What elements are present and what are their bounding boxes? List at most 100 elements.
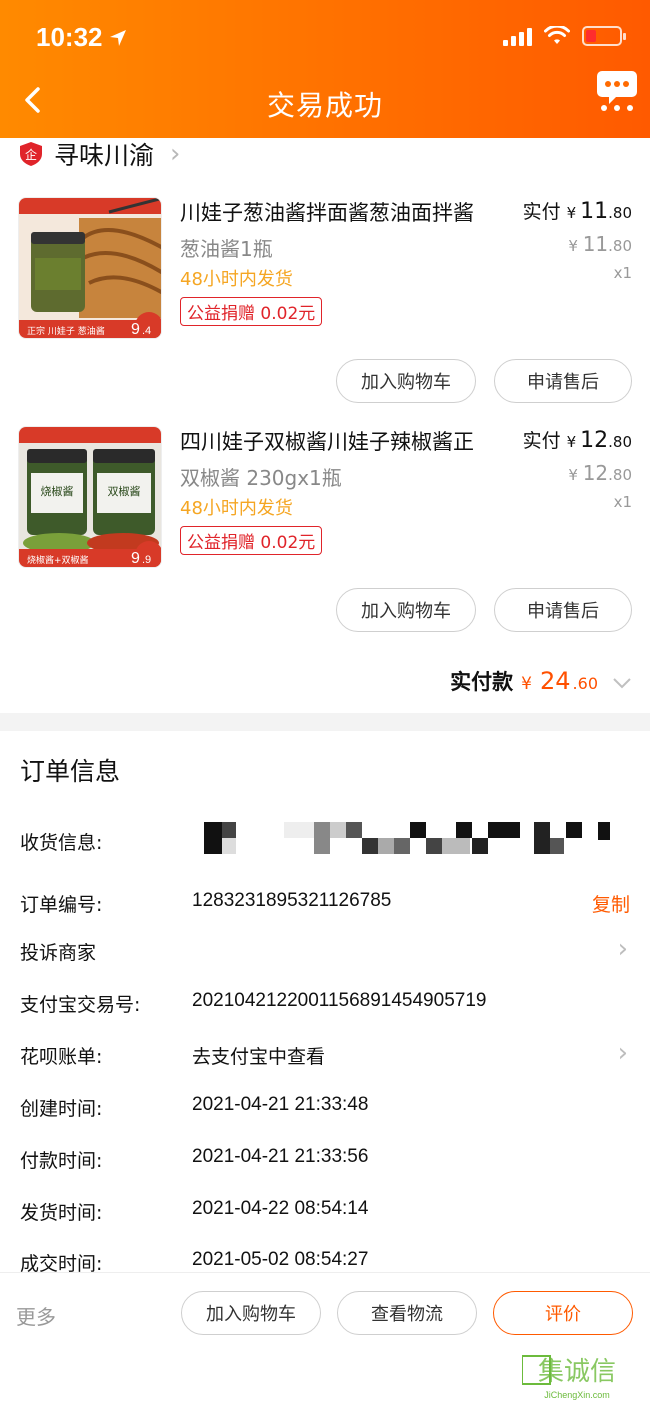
orig-amount: 11: [582, 232, 609, 256]
item-title[interactable]: 四川娃子双椒酱川娃子辣椒酱正: [180, 426, 500, 456]
item-quantity: x1: [613, 264, 632, 282]
thumb-price: 9: [131, 321, 140, 338]
item-actions: 加入购物车 申请售后: [336, 359, 632, 403]
info-row-complain[interactable]: 投诉商家 ›: [0, 934, 650, 978]
message-button[interactable]: [596, 68, 638, 112]
copy-button[interactable]: 复制: [592, 890, 630, 917]
site-watermark: 集诚信 JiChengXin.com: [522, 1355, 616, 1400]
info-row-order-number: 订单编号: 1283231895321126785 复制: [0, 890, 650, 930]
info-row-huabei-bill[interactable]: 花呗账单: 去支付宝中查看 ›: [0, 1038, 650, 1082]
product-thumbnail[interactable]: 烧椒酱 双椒酱 烧椒酱+双椒酱 9 .9: [18, 426, 162, 568]
order-item: 正宗 川娃子 葱油酱 9 .4 川娃子葱油酱拌面酱葱油面拌酱 葱油酱1瓶 48小…: [0, 197, 650, 427]
status-time-text: 10:32: [36, 22, 103, 52]
paid-amount: 12: [580, 428, 609, 453]
item-spec: 葱油酱1瓶: [180, 237, 273, 261]
paid-decimal: .80: [608, 204, 632, 222]
paid-price: 实付 ¥11.80: [523, 197, 632, 224]
chevron-right-icon: ›: [170, 139, 181, 169]
original-price: ¥ 11.80: [523, 232, 632, 256]
info-label: 发货时间:: [20, 1202, 103, 1224]
order-info-title: 订单信息: [20, 757, 121, 786]
thumb-price-decimal: .4: [142, 325, 151, 337]
item-shipping-note: 48小时内发货: [180, 498, 293, 519]
item-title[interactable]: 川娃子葱油酱拌面酱葱油面拌酱: [180, 197, 500, 227]
price-column: 实付 ¥12.80 ¥ 12.80 x1: [523, 426, 632, 511]
info-label: 付款时间:: [20, 1150, 103, 1172]
after-sale-button[interactable]: 申请售后: [494, 359, 632, 403]
original-price: ¥ 12.80: [523, 461, 632, 485]
order-number-value: 1283231895321126785: [192, 890, 392, 911]
orig-currency: ¥: [568, 237, 578, 255]
info-label: 投诉商家: [20, 942, 97, 964]
thumb-caption: 正宗 川娃子 葱油酱: [27, 325, 105, 337]
redacted-address: [204, 822, 614, 860]
page-title: 交易成功: [266, 89, 383, 122]
orig-decimal: .80: [608, 466, 632, 484]
paid-currency: ¥: [566, 433, 577, 451]
section-divider: [0, 713, 650, 731]
review-button[interactable]: 评价: [493, 1291, 633, 1335]
alipay-trade-no-value: 2021042122001156891454905719: [192, 990, 487, 1011]
info-label: 支付宝交易号:: [20, 994, 141, 1016]
total-currency: ¥: [521, 674, 532, 694]
chevron-down-icon: [612, 670, 632, 694]
info-row-shipping-address: 收货信息:: [0, 822, 650, 868]
enterprise-shop-icon: 企: [20, 142, 42, 166]
view-logistics-button[interactable]: 查看物流: [337, 1291, 477, 1335]
total-amount: 24: [540, 667, 571, 695]
chevron-right-icon: ›: [617, 1038, 628, 1068]
product-image: 正宗 川娃子 葱油酱 9 .4: [19, 198, 161, 338]
jar-label-right: 双椒酱: [108, 484, 141, 498]
jar-label-left: 烧椒酱: [41, 484, 74, 498]
info-label: 订单编号:: [20, 894, 103, 916]
more-button[interactable]: 更多: [16, 1301, 56, 1330]
shop-name: 寻味川渝: [54, 141, 155, 170]
status-indicators: [503, 26, 626, 46]
paid-currency: ¥: [566, 204, 577, 222]
price-column: 实付 ¥11.80 ¥ 11.80 x1: [523, 197, 632, 282]
chat-bubble-icon: [597, 71, 637, 111]
paid-time-value: 2021-04-21 21:33:56: [192, 1146, 369, 1167]
after-sale-button[interactable]: 申请售后: [494, 588, 632, 632]
shop-row[interactable]: 企 寻味川渝 ›: [18, 139, 181, 170]
battery-icon: [582, 26, 626, 46]
product-image: 烧椒酱 双椒酱 烧椒酱+双椒酱 9 .9: [19, 427, 161, 567]
total-decimal: .60: [572, 674, 598, 693]
info-label: 收货信息:: [20, 832, 103, 854]
paid-price: 实付 ¥12.80: [523, 426, 632, 453]
shipped-time-value: 2021-04-22 08:54:14: [192, 1198, 369, 1219]
thumb-caption: 烧椒酱+双椒酱: [27, 554, 89, 566]
thumb-price-decimal: .9: [142, 554, 151, 566]
thumb-price: 9: [131, 550, 140, 567]
info-row-paid-time: 付款时间: 2021-04-21 21:33:56: [0, 1146, 650, 1186]
item-quantity: x1: [613, 493, 632, 511]
info-label: 花呗账单:: [20, 1046, 103, 1068]
header-bar: 10:32 交易成功: [0, 0, 650, 138]
created-time-value: 2021-04-21 21:33:48: [192, 1094, 369, 1115]
item-shipping-note: 48小时内发货: [180, 269, 293, 290]
wifi-icon: [544, 26, 570, 44]
paid-amount: 11: [580, 199, 609, 224]
completed-time-value: 2021-05-02 08:54:27: [192, 1249, 369, 1270]
charity-badge: 公益捐赠 0.02元: [180, 297, 323, 326]
add-to-cart-button[interactable]: 加入购物车: [181, 1291, 321, 1335]
order-total[interactable]: 实付款 ¥ 24 .60: [450, 666, 632, 696]
watermark-text: 集诚信: [538, 1357, 616, 1387]
item-spec: 双椒酱 230gx1瓶: [180, 466, 342, 490]
product-thumbnail[interactable]: 正宗 川娃子 葱油酱 9 .4: [18, 197, 162, 339]
paid-label: 实付: [522, 201, 561, 223]
status-time: 10:32: [36, 22, 127, 53]
charity-badge: 公益捐赠 0.02元: [180, 526, 323, 555]
add-to-cart-button[interactable]: 加入购物车: [336, 588, 476, 632]
info-label: 创建时间:: [20, 1098, 103, 1120]
orig-decimal: .80: [608, 237, 632, 255]
huabei-bill-link[interactable]: 去支付宝中查看: [192, 1042, 325, 1069]
chevron-right-icon: ›: [617, 934, 628, 964]
total-label: 实付款: [450, 670, 514, 694]
order-item: 烧椒酱 双椒酱 烧椒酱+双椒酱 9 .9 四川娃子双椒酱川娃子辣椒酱正 双椒酱 …: [0, 426, 650, 656]
cellular-signal-icon: [503, 26, 532, 46]
svg-text:企: 企: [25, 147, 37, 162]
orig-amount: 12: [582, 461, 609, 485]
watermark-sub: JiChengXin.com: [544, 1390, 610, 1400]
add-to-cart-button[interactable]: 加入购物车: [336, 359, 476, 403]
